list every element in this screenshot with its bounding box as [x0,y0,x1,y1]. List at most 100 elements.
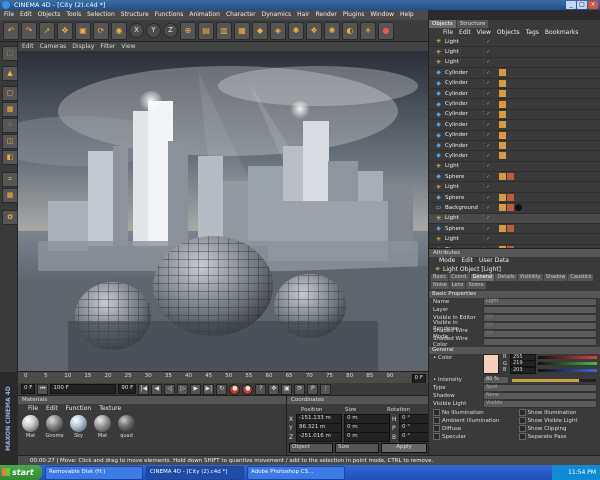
checkbox-option[interactable]: Ambient Illumination [429,416,515,424]
array-icon[interactable]: ✱ [288,21,304,40]
object-row[interactable]: ◆ Cylinder ⁚ ✓ [429,110,600,121]
objects-menu-edit[interactable]: Edit [459,28,471,37]
x-axis-lock-icon[interactable]: X [129,23,144,38]
recent-tool-icon[interactable]: ◉ [111,21,127,40]
y-axis-lock-icon[interactable]: Y [146,23,161,38]
minimize-button[interactable]: _ [566,1,576,9]
visibility-toggle-icon[interactable]: ⁚ ✓ [483,174,499,180]
scene-icon[interactable]: ✺ [324,21,340,40]
visibility-toggle-icon[interactable]: ⁚ ✓ [483,122,499,128]
light-icon[interactable]: ☀ [360,21,376,40]
visibility-toggle-icon[interactable]: ⁚ ✓ [483,153,499,159]
loop-icon[interactable]: ↻ [216,383,228,395]
shadow-select[interactable]: None [483,392,597,400]
attr-tab[interactable]: Lens [449,282,466,289]
objects-menu-view[interactable]: View [477,28,491,37]
objects-menu-bookmarks[interactable]: Bookmarks [545,28,579,37]
position-z-field[interactable]: -251.016 m [296,432,342,442]
nurbs-icon[interactable]: ◈ [270,21,286,40]
current-frame-field[interactable]: 100 F [50,384,117,394]
attr-tab[interactable]: Shadow [543,274,568,281]
menu-character[interactable]: Character [226,10,256,20]
visibility-toggle-icon[interactable]: ⁚ ✓ [483,39,499,45]
maximize-button[interactable]: □ [577,1,587,9]
record-icon[interactable]: ● [378,21,394,40]
property-value-field[interactable]: Off [483,330,597,338]
attr-tab[interactable]: Caustics [568,274,594,281]
object-row[interactable]: ▭ Background ⁚ ✓ [429,203,600,214]
object-tag-icon[interactable] [499,152,506,160]
menu-dynamics[interactable]: Dynamics [262,10,292,20]
attributes-menu-mode[interactable]: Mode [439,257,455,265]
make-editable-icon[interactable]: ⬚ [2,46,18,61]
materials-menu-file[interactable]: File [28,404,38,413]
object-row[interactable]: ◆ Cylinder ⁚ ✓ [429,89,600,100]
object-tag-icon[interactable] [499,131,506,139]
redo-icon[interactable]: ↷ [21,21,37,40]
attr-tab[interactable]: Details [495,274,517,281]
menu-window[interactable]: Window [370,10,394,20]
checkbox-option[interactable]: Show Illumination [515,408,600,416]
rgb-slider[interactable] [538,362,597,366]
visibility-toggle-icon[interactable]: ⁚ ✓ [483,111,499,117]
checkbox-icon[interactable] [433,424,440,432]
autokey-icon[interactable]: ● [242,383,254,395]
material-item[interactable]: Gnome [45,415,64,439]
objects-menu-file[interactable]: File [443,28,453,37]
scale-key-icon[interactable]: ▣ [281,383,293,395]
object-row[interactable]: ◆ Cylinder ⁚ ✓ [429,99,600,110]
menu-objects[interactable]: Objects [38,10,61,20]
checkbox-icon[interactable] [518,432,526,440]
menu-tools[interactable]: Tools [66,10,81,20]
object-tag-icon[interactable] [499,225,506,233]
object-row[interactable]: ◆ Cylinder ⁚ ✓ [429,120,600,131]
menu-selection[interactable]: Selection [87,10,115,20]
close-button[interactable]: × [588,1,598,9]
render-picture-viewer-icon[interactable]: ▥ [216,21,232,40]
snap-icon[interactable]: ⌗ [2,172,18,187]
object-tag-icon[interactable] [499,79,506,87]
object-row[interactable]: ◆ Cylinder ⁚ ✓ [429,151,600,162]
material-item[interactable]: Sky [69,415,88,439]
param-key-icon[interactable]: P [307,383,319,395]
play-backward-icon[interactable]: ◁ [164,383,176,395]
start-button[interactable]: start [0,465,42,480]
render-settings-icon[interactable]: ▦ [234,21,250,40]
go-to-start-icon[interactable]: ⏮ [37,383,49,395]
tab-objects[interactable]: Objects [429,20,456,28]
camera-icon[interactable]: ◐ [342,21,358,40]
attr-tab[interactable]: Coord. [449,274,470,281]
object-tag-icon[interactable] [499,173,506,181]
start-frame-field[interactable]: 0 F [21,384,36,394]
visibility-toggle-icon[interactable]: ⁚ ✓ [483,132,499,138]
menu-edit[interactable]: Edit [20,10,32,20]
visibility-toggle-icon[interactable]: ⁚ ✓ [483,163,499,169]
color-swatch[interactable] [483,354,499,374]
property-value-field[interactable]: Off [483,314,597,322]
viewport-menu-edit[interactable]: Edit [22,42,34,51]
menu-render[interactable]: Render [316,10,337,20]
object-tag-icon[interactable] [515,204,522,212]
menu-structure[interactable]: Structure [121,10,149,20]
tweak-icon[interactable]: ✿ [2,210,18,225]
use-edges-icon[interactable]: ◫ [2,134,18,149]
rgb-slider[interactable] [538,355,597,359]
coordinate-system-icon[interactable]: ⊕ [180,21,196,40]
object-tag-icon[interactable] [499,110,506,118]
use-polygons-icon[interactable]: ◧ [2,150,18,165]
play-forward-icon[interactable]: ▷ [177,383,189,395]
select-icon[interactable]: ➚ [39,21,55,40]
checkbox-icon[interactable] [518,408,526,416]
rotation-key-icon[interactable]: ⟳ [294,383,306,395]
attributes-menu-edit[interactable]: Edit [461,257,473,265]
visibility-toggle-icon[interactable]: ⁚ ✓ [483,226,499,232]
object-row[interactable]: ✳ Light ⁚ ✓ [429,182,600,193]
checkbox-option[interactable]: Separate Pass [515,432,600,440]
undo-icon[interactable]: ↶ [3,21,19,40]
materials-menu-texture[interactable]: Texture [99,404,121,413]
objects-menu-tags[interactable]: Tags [526,28,539,37]
use-object-icon[interactable]: ▢ [2,86,18,101]
use-points-icon[interactable]: ⁘ [2,118,18,133]
materials-menu-function[interactable]: Function [66,404,92,413]
object-row[interactable]: ◆ Cylinder ⁚ ✓ [429,79,600,89]
